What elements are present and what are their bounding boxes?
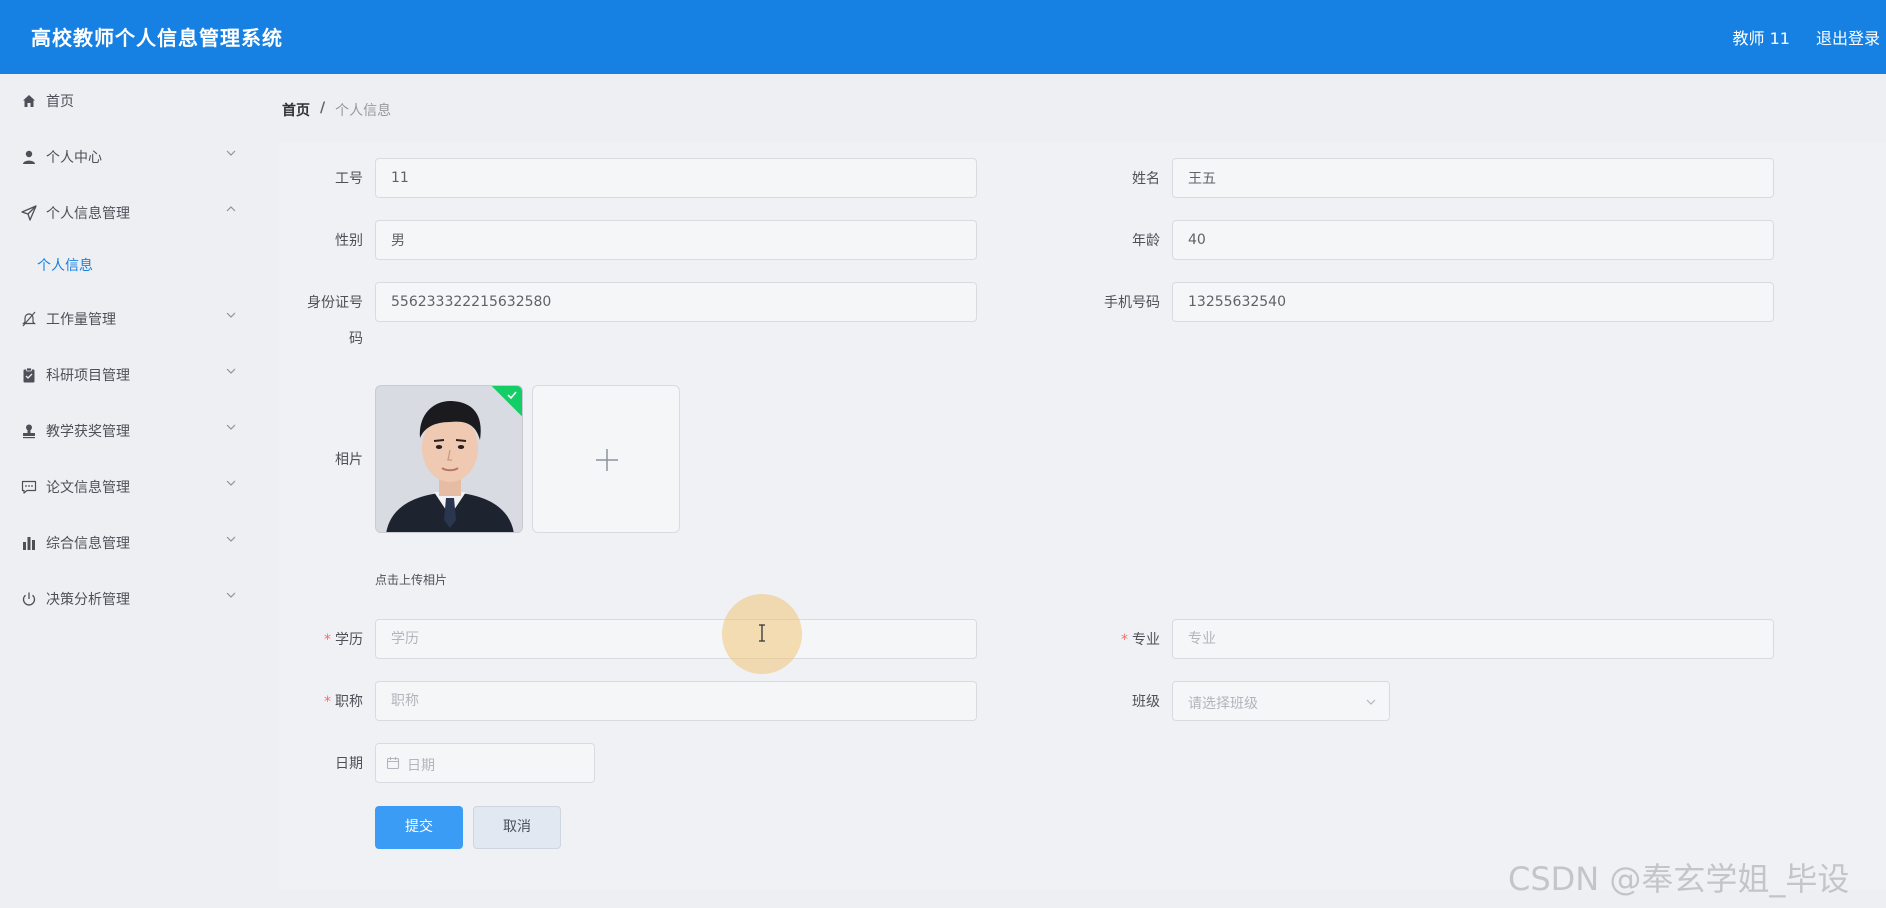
id-card-input[interactable] [375, 282, 977, 322]
sidebar-item-home[interactable]: 首页 [0, 79, 263, 123]
sidebar: 首页 个人中心 个人信息管理 个人信息 工作量管理 科研项目管理 教学获奖管理 … [0, 74, 263, 908]
age-label: 年龄 [1132, 233, 1160, 249]
job-title-input[interactable] [375, 681, 977, 721]
breadcrumb-current: 个人信息 [335, 103, 392, 119]
upload-tip: 点击上传相片 [375, 573, 448, 587]
sidebar-item-label: 工作量管理 [46, 312, 116, 328]
employee-id-input[interactable] [375, 158, 977, 198]
major-label: * 专业 [1050, 629, 1160, 649]
send-icon [21, 205, 37, 221]
id-card-label-line2: 码 [349, 331, 363, 347]
required-mark: * [324, 632, 331, 648]
power-icon [22, 592, 36, 606]
sidebar-item-workload[interactable]: 工作量管理 [0, 297, 263, 341]
photo-label: 相片 [335, 452, 363, 468]
gender-label: 性别 [335, 233, 363, 249]
sidebar-item-personal-center[interactable]: 个人中心 [0, 135, 263, 179]
chevron-down-icon [226, 424, 236, 430]
bell-off-icon [22, 311, 36, 327]
title-label-text: 职称 [335, 694, 363, 710]
chevron-down-icon [226, 536, 236, 542]
upload-photo-button[interactable] [532, 385, 680, 533]
bar-chart-icon [23, 537, 35, 550]
chat-icon [21, 480, 37, 494]
sidebar-subitem-label: 个人信息 [37, 258, 93, 274]
name-input[interactable] [1172, 158, 1774, 198]
portrait-image [376, 386, 522, 532]
required-mark: * [324, 694, 331, 710]
date-picker[interactable]: 日期 [375, 743, 595, 783]
plus-icon [596, 449, 618, 471]
user-icon [23, 150, 35, 164]
date-label: 日期 [335, 756, 363, 772]
top-bar: 高校教师个人信息管理系统 教师 11 退出登录 [0, 0, 1886, 74]
sidebar-item-label: 个人中心 [46, 150, 102, 166]
chevron-down-icon [226, 480, 236, 486]
breadcrumb: 首页 / 个人信息 [282, 100, 391, 120]
sidebar-item-label: 科研项目管理 [46, 368, 130, 384]
breadcrumb-separator: / [320, 100, 326, 116]
chevron-down-icon [226, 592, 236, 598]
submit-button[interactable]: 提交 [375, 806, 463, 849]
major-label-text: 专业 [1132, 632, 1160, 648]
watermark: CSDN @奉玄学姐_毕设 [1508, 860, 1850, 898]
required-mark: * [1121, 632, 1128, 648]
chevron-down-icon [1366, 699, 1376, 705]
home-icon [23, 95, 35, 107]
sidebar-item-label: 论文信息管理 [46, 480, 130, 496]
sidebar-item-label: 综合信息管理 [46, 536, 130, 552]
sidebar-item-teaching-awards[interactable]: 教学获奖管理 [0, 409, 263, 453]
breadcrumb-home[interactable]: 首页 [282, 100, 310, 120]
chevron-down-icon [226, 368, 236, 374]
class-select[interactable]: 请选择班级 [1172, 681, 1390, 721]
sidebar-item-research[interactable]: 科研项目管理 [0, 353, 263, 397]
sidebar-item-label: 决策分析管理 [46, 592, 130, 608]
chevron-up-icon [226, 206, 236, 212]
stamp-icon [23, 424, 35, 439]
sidebar-item-personal-info-mgmt[interactable]: 个人信息管理 [0, 191, 263, 235]
sidebar-item-label: 教学获奖管理 [46, 424, 130, 440]
calendar-icon [386, 757, 400, 770]
age-input[interactable] [1172, 220, 1774, 260]
sidebar-item-papers[interactable]: 论文信息管理 [0, 465, 263, 509]
gender-input[interactable] [375, 220, 977, 260]
date-placeholder: 日期 [407, 758, 435, 774]
sidebar-item-comprehensive[interactable]: 综合信息管理 [0, 521, 263, 565]
name-label: 姓名 [1132, 171, 1160, 187]
chevron-down-icon [226, 150, 236, 156]
education-input[interactable] [375, 619, 977, 659]
check-icon [507, 391, 517, 400]
cancel-button[interactable]: 取消 [473, 806, 561, 849]
education-label: * 学历 [253, 629, 363, 649]
id-card-label: 身份证号 码 [253, 292, 363, 348]
uploaded-photo[interactable] [375, 385, 523, 533]
top-right-actions: 教师 11 退出登录 [1733, 25, 1880, 49]
title-label: * 职称 [253, 691, 363, 711]
phone-input[interactable] [1172, 282, 1774, 322]
sidebar-item-label: 个人信息管理 [46, 206, 130, 222]
id-card-label-line1: 身份证号 [307, 295, 363, 311]
class-label: 班级 [1132, 694, 1160, 710]
user-name[interactable]: 教师 11 [1733, 25, 1790, 49]
clipboard-icon [23, 367, 35, 383]
text-cursor-icon [759, 624, 765, 642]
class-select-placeholder: 请选择班级 [1188, 696, 1258, 712]
major-input[interactable] [1172, 619, 1774, 659]
chevron-down-icon [226, 312, 236, 318]
sidebar-item-label: 首页 [46, 94, 74, 110]
logout-button[interactable]: 退出登录 [1816, 25, 1880, 49]
education-label-text: 学历 [335, 632, 363, 648]
sidebar-subitem-personal-info[interactable]: 个人信息 [0, 244, 263, 284]
app-title: 高校教师个人信息管理系统 [31, 26, 283, 50]
phone-label: 手机号码 [1104, 295, 1160, 311]
employee-id-label: 工号 [335, 171, 363, 187]
sidebar-item-decision[interactable]: 决策分析管理 [0, 577, 263, 621]
